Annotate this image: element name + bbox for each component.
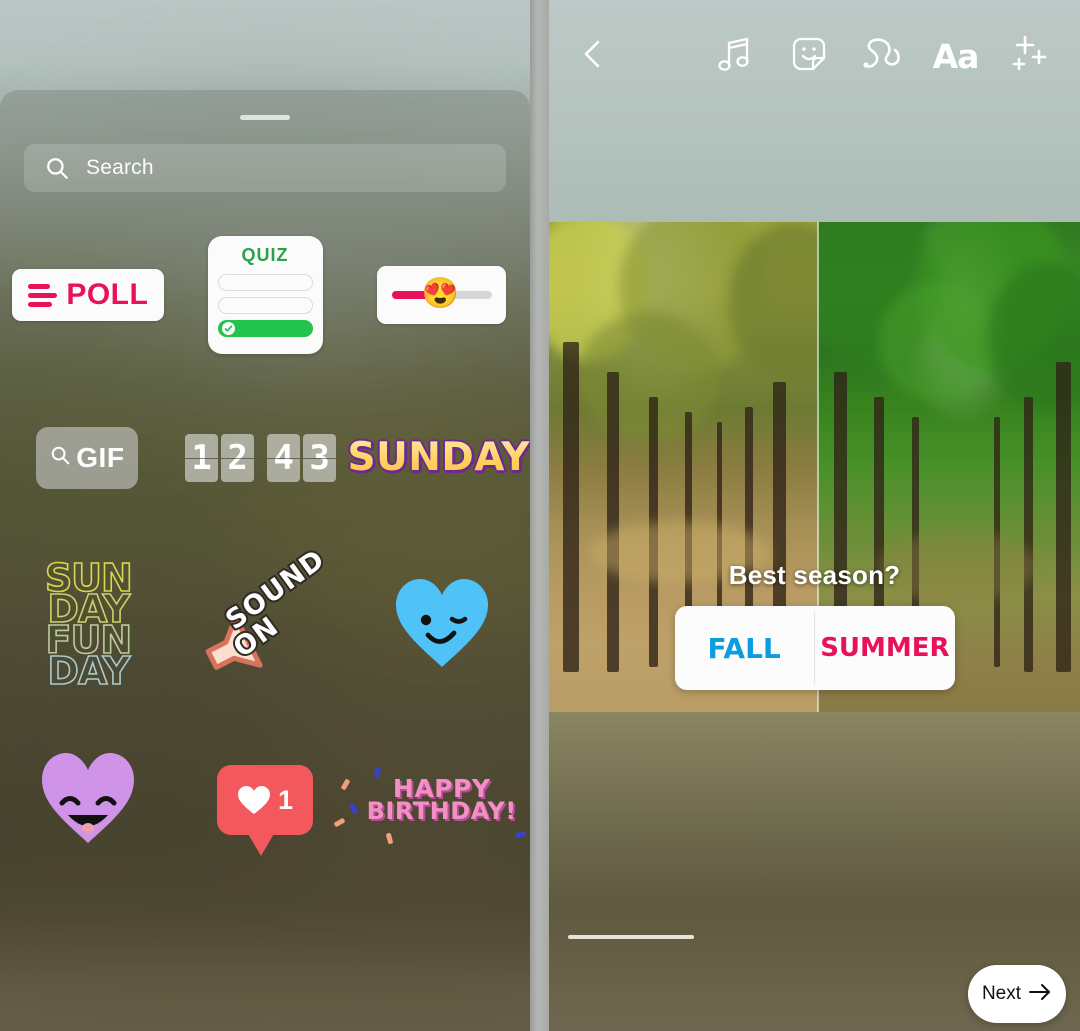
sheet-drag-handle[interactable]	[240, 115, 290, 120]
poll-option-fall[interactable]: FALL	[675, 606, 814, 690]
blue-heart-icon	[395, 578, 488, 667]
quiz-option	[217, 274, 313, 291]
sticker-row: GIF 1 2 4 3 SUNDAY	[0, 380, 530, 535]
back-button[interactable]	[580, 28, 606, 84]
sticker-row: 1 HAPPY BIRTHDAY!	[0, 715, 530, 885]
music-note-icon	[716, 34, 754, 79]
next-label: Next	[981, 983, 1022, 1004]
scroll-indicator[interactable]	[568, 935, 694, 939]
search-placeholder: Search	[86, 156, 154, 179]
effects-button[interactable]	[1003, 28, 1055, 84]
sticker-sound-on[interactable]: SOUND ON	[177, 542, 354, 680]
sticker-purple-laugh-heart[interactable]	[0, 749, 177, 852]
sticker-blue-wink-heart[interactable]	[353, 575, 530, 676]
search-input[interactable]: Search	[24, 144, 506, 192]
sticker-quiz[interactable]: QUIZ	[177, 236, 354, 354]
right-phone-story-editor: Aa Best season? FALL SUMMER Next	[549, 0, 1080, 1031]
toolbar-actions: Aa	[709, 28, 1069, 84]
hbd-line: BIRTHDAY!	[366, 797, 517, 826]
text-aa-icon: Aa	[932, 36, 980, 76]
poll-bars-icon	[28, 283, 58, 307]
sticker-poll[interactable]: POLL	[0, 269, 177, 321]
sticker-sunday-fun-day[interactable]: SUN DAY FUN DAY	[0, 558, 177, 694]
music-button[interactable]	[709, 28, 761, 84]
sfd-line: DAY	[47, 649, 131, 694]
draw-squiggle-icon	[862, 35, 902, 78]
heart-eyes-emoji-icon: 😍	[421, 277, 460, 310]
purple-heart-icon	[42, 752, 135, 843]
panel-divider	[530, 0, 549, 1031]
poll-question: Best season?	[728, 560, 901, 590]
sticker-sunday[interactable]: SUNDAY	[348, 435, 530, 480]
draw-button[interactable]	[856, 28, 908, 84]
left-phone-sticker-tray: Search POLL QUIZ 😍 GIF 1 2 4 3 SUNDAY SU…	[0, 0, 530, 1031]
sticker-time[interactable]: 1 2 4 3	[174, 433, 348, 482]
search-icon	[44, 155, 70, 181]
editor-toolbar: Aa	[549, 28, 1080, 84]
like-count: 1	[277, 784, 294, 815]
sticker-gif[interactable]: GIF	[0, 426, 174, 489]
check-icon	[221, 322, 235, 335]
confetti-icon	[514, 829, 527, 839]
screen: Search POLL QUIZ 😍 GIF 1 2 4 3 SUNDAY SU…	[0, 0, 1080, 1031]
sticker-happy-birthday[interactable]: HAPPY BIRTHDAY!	[333, 766, 530, 845]
sparkles-icon	[1008, 33, 1050, 80]
time-digit: 1	[185, 433, 219, 482]
bubble-tail	[247, 832, 275, 856]
time-digit: 3	[303, 433, 337, 482]
next-button[interactable]: Next	[968, 965, 1066, 1023]
poll-label: POLL	[66, 278, 149, 311]
heart-icon	[237, 785, 270, 814]
poll-option-summer[interactable]: SUMMER	[815, 606, 954, 690]
sticker-row: POLL QUIZ 😍	[0, 210, 530, 380]
slider-track: 😍	[391, 279, 492, 309]
search-icon	[49, 444, 71, 471]
sticker-button[interactable]	[783, 28, 835, 84]
sticker-like-bubble[interactable]: 1	[177, 765, 354, 856]
sticker-emoji-slider[interactable]: 😍	[353, 266, 530, 324]
quiz-option	[217, 297, 313, 314]
quiz-option-correct	[217, 320, 313, 337]
sticker-smiley-icon	[790, 35, 828, 78]
gif-label: GIF	[76, 441, 125, 473]
quiz-label: QUIZ	[241, 245, 289, 265]
sunday-label: SUNDAY	[347, 435, 530, 480]
poll-options: FALL SUMMER	[674, 606, 955, 690]
back-chevron-icon	[580, 38, 606, 75]
time-digit: 2	[221, 433, 255, 482]
sticker-row: SUN DAY FUN DAY SOUND ON	[0, 535, 530, 715]
sticker-sheet: Search POLL QUIZ 😍 GIF 1 2 4 3 SUNDAY SU…	[0, 90, 530, 1031]
arrow-right-icon	[1028, 983, 1052, 1006]
confetti-icon	[385, 832, 393, 845]
time-digit: 4	[267, 433, 301, 482]
sticker-grid: POLL QUIZ 😍 GIF 1 2 4 3 SUNDAY SUN DAY F…	[0, 210, 530, 885]
text-button[interactable]: Aa	[930, 28, 982, 84]
poll-overlay[interactable]: Best season? FALL SUMMER	[549, 560, 1080, 690]
